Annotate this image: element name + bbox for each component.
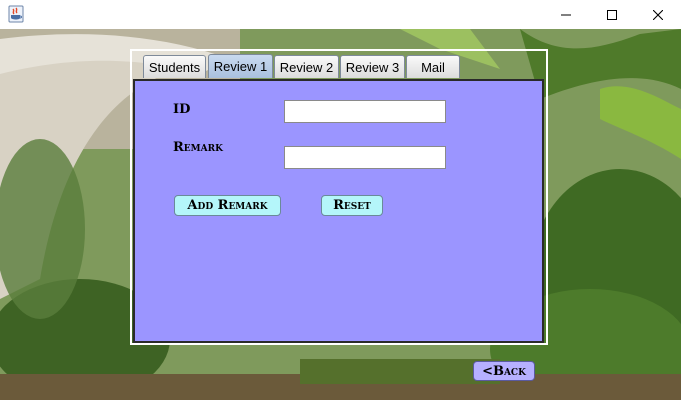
tab-review-3[interactable]: Review 3 (340, 55, 405, 78)
maximize-icon (607, 5, 617, 24)
tab-review-2[interactable]: Review 2 (274, 55, 339, 78)
back-button[interactable]: <Back (473, 361, 535, 381)
remark-label: Remark (173, 140, 223, 155)
tab-students[interactable]: Students (143, 55, 206, 78)
add-remark-button[interactable]: Add Remark (174, 195, 281, 216)
tab-mail[interactable]: Mail (406, 55, 460, 78)
minimize-icon (561, 5, 571, 24)
id-field[interactable] (284, 100, 446, 123)
close-icon (652, 5, 664, 24)
window-titlebar (0, 0, 681, 29)
java-cup-icon (8, 5, 24, 23)
minimize-button[interactable] (543, 0, 589, 29)
maximize-button[interactable] (589, 0, 635, 29)
tab-review-1[interactable]: Review 1 (208, 54, 273, 78)
remark-field[interactable] (284, 146, 446, 169)
reset-button[interactable]: Reset (321, 195, 383, 216)
close-button[interactable] (635, 0, 681, 29)
id-label: ID (173, 102, 191, 117)
